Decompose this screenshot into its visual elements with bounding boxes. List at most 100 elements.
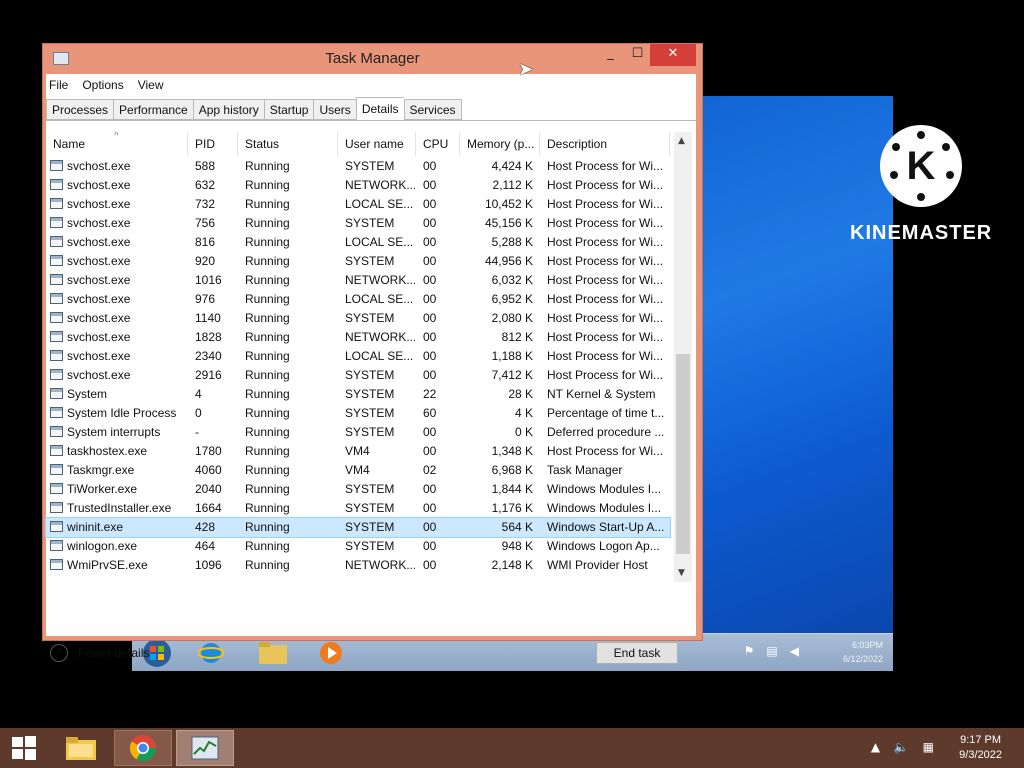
cell-pid: 464	[195, 539, 216, 553]
minimize-button[interactable]: _	[597, 44, 624, 66]
fewer-details-label: Fewer details	[78, 646, 150, 660]
table-row[interactable]: svchost.exe 756 Running SYSTEM 00 45,156 K Hos…	[46, 214, 670, 233]
table-row[interactable]: TiWorker.exe 2040 Running SYSTEM 00 1,844 K Wi…	[46, 480, 670, 499]
inner-media-player-icon[interactable]	[312, 638, 350, 668]
cell-description: Host Process for Wi...	[547, 197, 664, 211]
show-hidden-icons-icon[interactable]: ▲	[871, 740, 880, 754]
cell-status: Running	[245, 273, 290, 287]
table-row[interactable]: svchost.exe 1140 Running SYSTEM 00 2,080 K Hos…	[46, 309, 670, 328]
column-header-memory[interactable]: Memory (p...	[460, 132, 540, 156]
tab-details[interactable]: Details	[355, 97, 404, 121]
menu-file[interactable]: File	[46, 74, 73, 96]
cell-user-name: LOCAL SE...	[345, 235, 414, 249]
table-row[interactable]: svchost.exe 732 Running LOCAL SE... 00 10,452…	[46, 195, 670, 214]
column-header-status[interactable]: Status	[238, 132, 338, 156]
cell-user-name: LOCAL SE...	[345, 292, 414, 306]
table-row[interactable]: svchost.exe 588 Running SYSTEM 00 4,424 K Host…	[46, 157, 670, 176]
cell-pid: 816	[195, 235, 216, 249]
inner-flag-icon[interactable]: ⚑	[744, 644, 767, 658]
cell-user-name: SYSTEM	[345, 520, 395, 534]
cell-description: Host Process for Wi...	[547, 311, 664, 325]
table-row[interactable]: svchost.exe 976 Running LOCAL SE... 00 6,952 …	[46, 290, 670, 309]
column-header-user-name[interactable]: User name	[338, 132, 416, 156]
cell-pid: 632	[195, 178, 216, 192]
cell-user-name: NETWORK...	[345, 178, 416, 192]
table-row[interactable]: svchost.exe 2340 Running LOCAL SE... 00 1,188…	[46, 347, 670, 366]
end-task-button[interactable]: End task	[596, 642, 678, 664]
column-header-pid[interactable]: PID	[188, 132, 238, 156]
mouse-cursor-icon: ➤	[518, 59, 534, 80]
cell-cpu: 00	[423, 311, 437, 325]
cell-description: Host Process for Wi...	[547, 216, 664, 230]
inner-clock[interactable]: 6:03PM 6/12/2022	[843, 638, 883, 666]
cell-status: Running	[245, 539, 290, 553]
table-row[interactable]: svchost.exe 816 Running LOCAL SE... 00 5,288 …	[46, 233, 670, 252]
cell-status: Running	[245, 482, 290, 496]
tab-strip: Processes Performance App history Startu…	[46, 97, 462, 121]
table-row[interactable]: wininit.exe 428 Running SYSTEM 00 564 K Window…	[45, 517, 671, 538]
sort-ascending-icon: ˄	[114, 132, 119, 138]
cell-cpu: 60	[423, 406, 437, 420]
tab-users[interactable]: Users	[313, 99, 356, 120]
maximize-button[interactable]: ☐	[624, 44, 651, 66]
scrollbar-thumb[interactable]	[676, 354, 690, 554]
cell-cpu: 00	[423, 482, 437, 496]
fewer-details-button[interactable]: ˄ Fewer details	[50, 644, 149, 662]
column-header-description[interactable]: Description	[540, 132, 670, 156]
task-manager-icon	[191, 736, 219, 760]
column-header-cpu[interactable]: CPU	[416, 132, 460, 156]
vertical-scrollbar[interactable]: ▲ ▼	[674, 132, 692, 582]
chrome-icon	[129, 735, 157, 762]
windows-start-button[interactable]	[0, 730, 48, 766]
scroll-down-icon[interactable]: ▼	[678, 568, 685, 578]
chrome-button[interactable]	[114, 730, 172, 766]
title-bar[interactable]: Task Manager _ ☐ ✕	[43, 44, 702, 74]
inner-network-icon[interactable]: ▤	[766, 644, 789, 658]
scroll-up-icon[interactable]: ▲	[678, 136, 685, 146]
inner-volume-icon[interactable]: ◀	[790, 644, 811, 658]
table-row[interactable]: svchost.exe 1828 Running NETWORK... 00 812 K H…	[46, 328, 670, 347]
process-name: svchost.exe	[67, 197, 131, 211]
cell-description: Host Process for Wi...	[547, 368, 664, 382]
tab-services[interactable]: Services	[403, 99, 462, 120]
cell-status: Running	[245, 349, 290, 363]
table-row[interactable]: winlogon.exe 464 Running SYSTEM 00 948 K Windo…	[46, 537, 670, 556]
process-icon	[50, 312, 63, 323]
cell-memory: 10,452 K	[484, 197, 533, 211]
table-row[interactable]: System interrupts - Running SYSTEM 00 0 K Defe…	[46, 423, 670, 442]
tab-performance[interactable]: Performance	[113, 99, 193, 120]
menu-options[interactable]: Options	[79, 74, 128, 96]
cell-status: Running	[245, 368, 290, 382]
task-manager-client: File Options View Processes Performance …	[45, 74, 696, 664]
menu-view[interactable]: View	[135, 74, 169, 96]
table-row[interactable]: Taskmgr.exe 4060 Running VM4 02 6,968 K Task M…	[46, 461, 670, 480]
tab-processes[interactable]: Processes	[46, 99, 114, 120]
inner-ie-icon[interactable]	[192, 638, 230, 668]
close-button[interactable]: ✕	[650, 44, 696, 66]
table-row[interactable]: svchost.exe 920 Running SYSTEM 00 44,956 K Hos…	[46, 252, 670, 271]
volume-muted-icon[interactable]: 🔈	[894, 740, 909, 754]
network-icon[interactable]: ▦	[923, 740, 934, 754]
cell-cpu: 00	[423, 520, 437, 534]
task-manager-taskbar-button[interactable]	[176, 730, 234, 766]
table-row[interactable]: svchost.exe 2916 Running SYSTEM 00 7,412 K Hos…	[46, 366, 670, 385]
table-row[interactable]: svchost.exe 1016 Running NETWORK... 00 6,032 …	[46, 271, 670, 290]
table-row[interactable]: taskhostex.exe 1780 Running VM4 00 1,348 K Hos…	[46, 442, 670, 461]
process-icon	[50, 236, 63, 247]
table-row[interactable]: System 4 Running SYSTEM 22 28 K NT Kernel & Sy…	[46, 385, 670, 404]
file-explorer-button[interactable]	[52, 730, 110, 766]
cell-cpu: 00	[423, 197, 437, 211]
process-icon	[50, 540, 63, 551]
inner-folder-icon[interactable]	[254, 638, 292, 668]
process-icon	[50, 483, 63, 494]
table-row[interactable]: System Idle Process 0 Running SYSTEM 60 4 K Pe…	[46, 404, 670, 423]
host-clock[interactable]: 9:17 PM 9/3/2022	[959, 733, 1002, 763]
table-row[interactable]: WmiPrvSE.exe 1096 Running NETWORK... 00 2,148…	[46, 556, 670, 575]
cell-user-name: SYSTEM	[345, 406, 395, 420]
inner-clock-time: 6:03PM	[851, 640, 883, 650]
tab-app-history[interactable]: App history	[192, 99, 264, 120]
column-header-name[interactable]: ˄ Name	[46, 132, 188, 156]
tab-startup[interactable]: Startup	[263, 99, 314, 120]
table-row[interactable]: svchost.exe 632 Running NETWORK... 00 2,112 K…	[46, 176, 670, 195]
table-row[interactable]: TrustedInstaller.exe 1664 Running SYSTEM 00 1…	[46, 499, 670, 518]
